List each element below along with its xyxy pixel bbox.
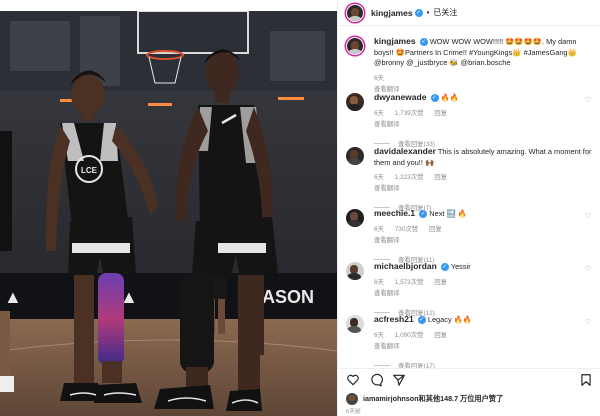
comment-item: michaelbjordan ✓ Yessir 6天 1,573次赞 回复 查看… xyxy=(338,261,600,317)
comment-heart-icon[interactable]: ♡ xyxy=(585,212,591,220)
verified-icon: ✓ xyxy=(417,316,426,325)
comment-like-count[interactable]: 1,573次赞 xyxy=(395,279,424,286)
comment-time[interactable]: 6天 xyxy=(374,110,384,117)
post-photo[interactable]: ▲ ▲ ASON LCE xyxy=(0,11,337,416)
caption-mentions[interactable]: @bronny @_justbryce 🐝 @brian.bosche xyxy=(374,58,593,69)
verified-icon: ✓ xyxy=(419,210,428,219)
comment-icon[interactable] xyxy=(369,373,383,387)
caption-author-avatar[interactable] xyxy=(346,37,364,55)
commenter-username[interactable]: dwyanewade xyxy=(374,92,426,102)
following-button[interactable]: 已关注 xyxy=(433,7,457,18)
comment-text: Legacy 🔥🔥 xyxy=(427,315,473,324)
commenter-username[interactable]: michaelbjordan xyxy=(374,261,437,271)
comment-text: 🔥🔥 xyxy=(440,93,459,102)
comment-text: Yessir xyxy=(450,262,471,271)
reply-button[interactable]: 回复 xyxy=(434,174,447,181)
comment-like-count[interactable]: 730次赞 xyxy=(395,226,418,233)
svg-text:ASON: ASON xyxy=(262,287,314,307)
commenter-avatar[interactable] xyxy=(346,93,364,111)
separator-dot: • xyxy=(426,8,430,17)
see-translation-link[interactable]: 查看翻译 xyxy=(374,185,400,192)
commenter-username[interactable]: meechie.1 xyxy=(374,208,415,218)
post-action-bar xyxy=(338,368,600,390)
comment-item: dwyanewade ✓ 🔥🔥 6天 1,739次赞 回复 查看翻译 查看回复(… xyxy=(338,92,600,148)
share-icon[interactable] xyxy=(392,373,406,387)
commenter-avatar[interactable] xyxy=(346,315,364,333)
reply-button[interactable]: 回复 xyxy=(434,279,447,286)
post-side-panel: kingjames ✓ • 已关注 kingjames ✓ WOW WOW WO… xyxy=(337,0,600,416)
verified-icon: ✓ xyxy=(419,38,428,47)
verified-icon: ✓ xyxy=(440,263,449,272)
commenter-avatar[interactable] xyxy=(346,262,364,280)
comment-item: davidalexander This is absolutely amazin… xyxy=(338,146,600,212)
author-avatar[interactable] xyxy=(346,3,364,22)
heart-icon[interactable] xyxy=(346,373,360,387)
basketball-photo: ▲ ▲ ASON LCE xyxy=(0,11,337,416)
commenter-username[interactable]: davidalexander xyxy=(374,146,436,156)
commenter-avatar[interactable] xyxy=(346,147,364,165)
comment-time[interactable]: 6天 xyxy=(374,279,384,286)
comment-heart-icon[interactable]: ♡ xyxy=(585,265,591,273)
svg-text:▲: ▲ xyxy=(4,287,22,307)
bookmark-icon[interactable] xyxy=(579,373,593,387)
reply-button[interactable]: 回复 xyxy=(434,110,447,117)
reply-button[interactable]: 回复 xyxy=(434,332,447,339)
svg-text:LCE: LCE xyxy=(81,166,98,175)
likes-summary[interactable]: iamamirjohnson和其他148.7 万位用户赞了 xyxy=(346,393,503,405)
caption-username[interactable]: kingjames xyxy=(374,36,416,46)
reply-button[interactable]: 回复 xyxy=(429,226,442,233)
post-header: kingjames ✓ • 已关注 xyxy=(338,0,600,26)
see-translation-link[interactable]: 查看翻译 xyxy=(374,290,400,297)
liker-avatar[interactable] xyxy=(346,393,358,405)
likes-text: iamamirjohnson和其他148.7 万位用户赞了 xyxy=(363,394,504,403)
verified-icon: ✓ xyxy=(430,94,439,103)
post-caption: kingjames ✓ WOW WOW WOW!!!!! 🤩🤩🤩🤩. My da… xyxy=(338,36,600,93)
author-username[interactable]: kingjames xyxy=(371,8,413,18)
commenter-username[interactable]: acfresh21 xyxy=(374,314,414,324)
comment-item: acfresh21 ✓ Legacy 🔥🔥 6天 1,090次赞 回复 查看翻译… xyxy=(338,314,600,370)
commenter-avatar[interactable] xyxy=(346,209,364,227)
comment-like-count[interactable]: 1,090次赞 xyxy=(395,332,424,339)
verified-icon: ✓ xyxy=(414,8,423,17)
comment-like-count[interactable]: 1,223次赞 xyxy=(395,174,424,181)
comment-heart-icon[interactable]: ♡ xyxy=(585,318,591,326)
caption-time[interactable]: 6天 xyxy=(374,75,384,82)
post-date: 6天前 xyxy=(346,409,361,415)
see-translation-link[interactable]: 查看翻译 xyxy=(374,343,400,350)
comment-heart-icon[interactable]: ♡ xyxy=(585,150,591,158)
comment-heart-icon[interactable]: ♡ xyxy=(585,96,591,104)
comment-time[interactable]: 6天 xyxy=(374,332,384,339)
comment-time[interactable]: 6天 xyxy=(374,174,384,181)
see-translation-link[interactable]: 查看翻译 xyxy=(374,237,400,244)
comment-time[interactable]: 6天 xyxy=(374,226,384,233)
see-translation-link[interactable]: 查看翻译 xyxy=(374,121,400,128)
comment-text: Next 🔜 🔥 xyxy=(429,209,467,218)
comment-like-count[interactable]: 1,739次赞 xyxy=(395,110,424,117)
comment-item: meechie.1 ✓ Next 🔜 🔥 6天 730次赞 回复 查看翻译 查看… xyxy=(338,208,600,264)
